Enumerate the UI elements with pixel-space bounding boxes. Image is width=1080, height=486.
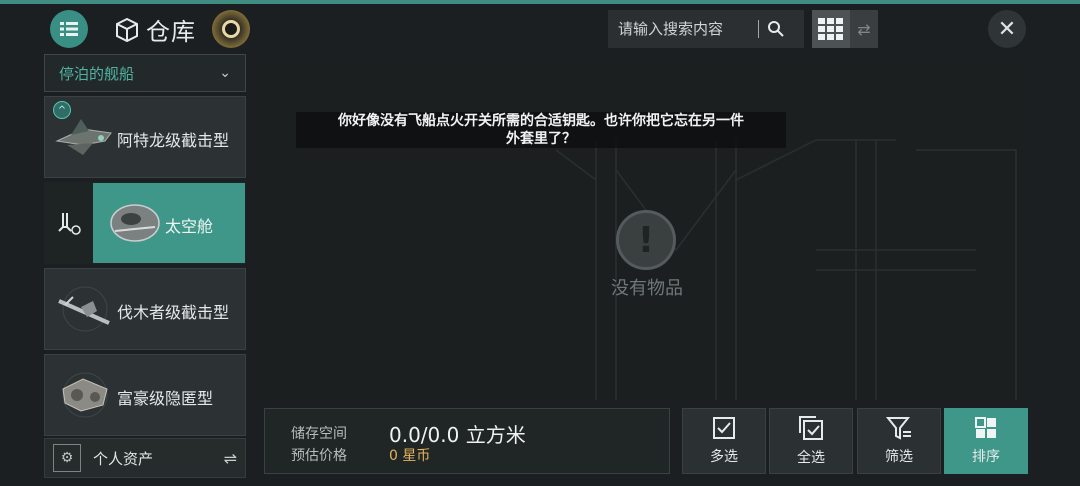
ship-name: 伐木者级截击型 [117, 303, 230, 322]
storage-space-label: 储存空间 [291, 426, 347, 442]
swap-arrows-icon: ⇄ [857, 19, 871, 39]
assets-icon: ⚙ [53, 444, 81, 472]
ship-item-logger[interactable]: 伐木者级截击型 [44, 268, 246, 350]
orb-button[interactable] [212, 10, 250, 48]
notice-line-1: 你好像没有飞船点火开关所需的合适钥匙。也许你把它忘在另一件 [338, 113, 744, 129]
grid-view-icon [818, 18, 843, 40]
notice-line-2: 外套里了？ [506, 131, 576, 147]
select-all-label: 全选 [797, 450, 825, 466]
ship-item-magnate[interactable]: 富豪级隐匿型 [44, 354, 246, 436]
cube-icon [116, 17, 138, 42]
ship-atron-image [55, 119, 112, 155]
page-title: 仓库 [146, 18, 196, 46]
ship-capsule-image [110, 204, 160, 242]
multi-select-label: 多选 [710, 449, 738, 465]
ship-magnate-image [62, 372, 108, 418]
estimated-price-value: 0 星币 [389, 448, 431, 464]
empty-warning-icon: ! [616, 210, 676, 270]
chevron-down-icon: ⌄ [219, 65, 231, 81]
multi-select-button[interactable]: 多选 [682, 408, 766, 474]
grid-view-button[interactable] [812, 10, 850, 48]
list-view-button[interactable]: ⇄ [850, 10, 878, 48]
menu-icon [60, 22, 78, 36]
swap-icon: ⇌ [223, 449, 237, 468]
filter-icon [886, 417, 911, 440]
ship-name: 太空舱 [165, 217, 214, 236]
multi-checkbox-icon [799, 416, 823, 440]
assets-label: 个人资产 [93, 449, 154, 468]
ship-item-atron[interactable]: ^ 阿特龙级截击型 [44, 96, 246, 178]
title-wrap: 仓库 [114, 12, 196, 47]
header: 仓库 ⇄ ✕ [0, 4, 1080, 50]
dropdown-label: 停泊的舰船 [59, 64, 135, 83]
sort-grid-icon [975, 417, 996, 438]
sort-label: 排序 [972, 449, 1000, 465]
search-input[interactable] [608, 20, 758, 38]
menu-button[interactable] [50, 10, 88, 48]
ship-item-capsule[interactable]: 太空舱 [44, 182, 246, 264]
exclamation-glyph: ! [637, 219, 655, 261]
orb-icon [222, 20, 240, 38]
search-separator [758, 20, 759, 38]
estimated-price-label: 预估价格 [291, 448, 347, 464]
checkbox-icon [713, 417, 735, 439]
sort-button[interactable]: 排序 [944, 408, 1028, 474]
ship-logger-image [58, 286, 110, 332]
empty-label: 没有物品 [611, 278, 683, 299]
personal-assets-button[interactable]: ⚙ 个人资产 ⇌ [44, 438, 246, 478]
search-box[interactable] [608, 10, 804, 48]
storage-space-value: 0.0/0.0 立方米 [389, 423, 526, 447]
search-icon[interactable] [767, 20, 785, 38]
close-icon: ✕ [997, 16, 1017, 42]
ship-name: 富豪级隐匿型 [117, 389, 214, 408]
ship-filter-dropdown[interactable]: 停泊的舰船 ⌄ [44, 54, 246, 92]
docked-anchor-icon [57, 211, 81, 240]
filter-button[interactable]: 筛选 [857, 408, 941, 474]
ignition-key-notice: 你好像没有飞船点火开关所需的合适钥匙。也许你把它忘在另一件 外套里了？ [296, 112, 786, 148]
storage-info: 储存空间 预估价格 0.0/0.0 立方米 0 星币 [264, 408, 670, 474]
filter-label: 筛选 [885, 449, 913, 465]
ship-name: 阿特龙级截击型 [117, 131, 230, 150]
select-all-button[interactable]: 全选 [769, 408, 853, 474]
close-button[interactable]: ✕ [988, 10, 1026, 48]
